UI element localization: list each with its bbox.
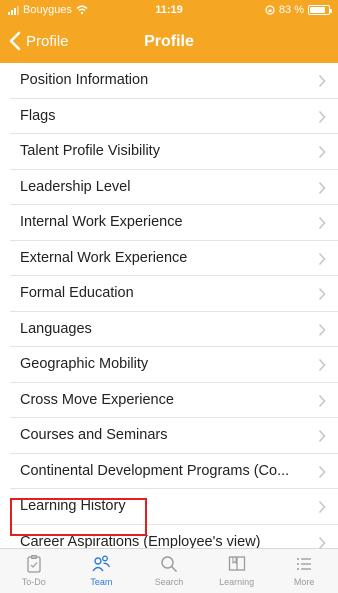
- list-item-learning-history[interactable]: Learning History: [10, 489, 338, 525]
- list-item-label: Career Aspirations (Employee's view): [20, 533, 261, 549]
- list-item-talent-profile-visibility[interactable]: Talent Profile Visibility: [10, 134, 338, 170]
- list-item-formal-education[interactable]: Formal Education: [10, 276, 338, 312]
- chevron-right-icon: [318, 323, 326, 336]
- chevron-right-icon: [318, 74, 326, 88]
- list-item-label: Talent Profile Visibility: [20, 143, 160, 159]
- chevron-right-icon: [318, 287, 326, 301]
- chevron-right-icon: [318, 536, 326, 548]
- list-item-label: Cross Move Experience: [20, 391, 174, 408]
- team-icon: [92, 555, 111, 572]
- tab-label: Search: [154, 577, 184, 587]
- status-right: 83 %: [265, 4, 332, 16]
- list-item-geographic-mobility[interactable]: Geographic Mobility: [10, 347, 338, 383]
- chevron-right-icon: [318, 145, 326, 159]
- list-item-label: Leadership Level: [20, 178, 131, 195]
- list-item-cross-move-experience[interactable]: Cross Move Experience: [10, 383, 338, 418]
- status-bar: Bouygues 11:19 83 %: [0, 0, 338, 22]
- tab-bar: To-Do Team Search Learning More: [0, 548, 338, 593]
- list-item-flags[interactable]: Flags: [10, 99, 338, 134]
- list-item-external-work-experience[interactable]: External Work Experience: [10, 241, 338, 276]
- tab-label: To-Do: [21, 577, 46, 587]
- list-item-label: Flags: [20, 107, 56, 124]
- app-header: Bouygues 11:19 83 % Profile Profile: [0, 0, 338, 63]
- page-title: Profile: [144, 33, 194, 50]
- orientation-lock-icon: [265, 5, 275, 15]
- tab-search[interactable]: Search: [135, 549, 203, 593]
- list-item-career-aspirations[interactable]: Career Aspirations (Employee's view): [10, 525, 338, 549]
- more-icon: [297, 558, 312, 570]
- list-item-label: Position Information: [20, 72, 149, 88]
- chevron-right-icon: [318, 181, 326, 194]
- navigation-bar: Profile Profile: [0, 22, 338, 63]
- chevron-right-icon: [318, 110, 326, 123]
- list-item-label: Languages: [20, 320, 92, 337]
- list-item-languages[interactable]: Languages: [10, 312, 338, 347]
- chevron-right-icon: [318, 358, 326, 372]
- tab-learning[interactable]: Learning: [203, 549, 271, 593]
- todo-icon: [27, 554, 41, 573]
- chevron-right-icon: [318, 429, 326, 443]
- list-item-courses-and-seminars[interactable]: Courses and Seminars: [10, 418, 338, 454]
- chevron-right-icon: [318, 394, 326, 407]
- chevron-right-icon: [318, 500, 326, 514]
- tab-more[interactable]: More: [270, 549, 338, 593]
- list-item-label: Courses and Seminars: [20, 427, 168, 443]
- list-item-label: Formal Education: [20, 285, 134, 301]
- list-item-position-information[interactable]: Position Information: [10, 63, 338, 99]
- list-item-leadership-level[interactable]: Leadership Level: [10, 170, 338, 205]
- battery-percent: 83 %: [278, 4, 304, 16]
- list-item-continental-development-programs[interactable]: Continental Development Programs (Co...: [10, 454, 338, 489]
- profile-sections-list: Position Information Flags Talent Profil…: [0, 63, 338, 548]
- battery-icon: [308, 5, 332, 15]
- chevron-right-icon: [318, 252, 326, 265]
- tab-to-do[interactable]: To-Do: [0, 549, 68, 593]
- list-item-label: Learning History: [20, 498, 126, 514]
- tab-label: More: [293, 577, 315, 587]
- list-item-label: Geographic Mobility: [20, 356, 149, 372]
- chevron-right-icon: [318, 465, 326, 478]
- book-icon: [228, 556, 245, 571]
- list-item-label: External Work Experience: [20, 249, 188, 266]
- chevron-right-icon: [318, 216, 326, 230]
- list-item-label: Continental Development Programs (Co...: [20, 462, 290, 479]
- list-item-internal-work-experience[interactable]: Internal Work Experience: [10, 205, 338, 241]
- list-item-label: Internal Work Experience: [20, 214, 183, 230]
- tab-label: Learning: [219, 577, 255, 587]
- search-icon: [161, 556, 178, 573]
- tab-team[interactable]: Team: [68, 549, 136, 593]
- tab-label: Team: [90, 577, 113, 587]
